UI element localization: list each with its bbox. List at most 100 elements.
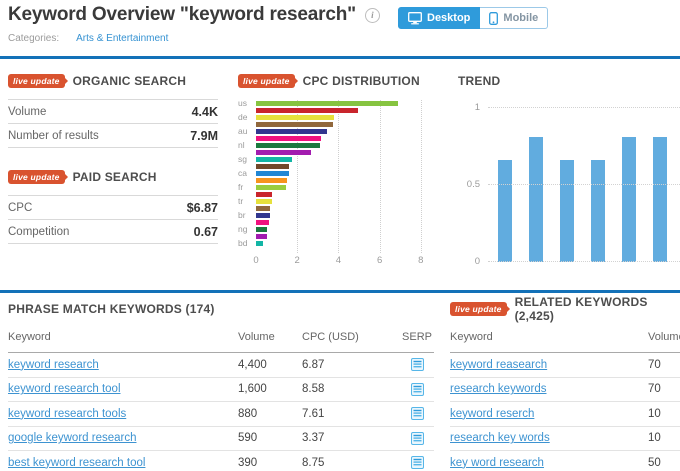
cpc-distribution-panel: live update CPC DISTRIBUTION usdeaunlsgc… — [238, 74, 446, 269]
gridline — [488, 261, 680, 262]
keyword-link[interactable]: research keywords — [450, 383, 648, 395]
cpc-bar-row — [238, 219, 446, 226]
organic-search-heading: ORGANIC SEARCH — [73, 74, 186, 88]
country-label: fr — [238, 184, 252, 191]
serp-icon[interactable] — [411, 407, 424, 420]
trend-panel: TREND 00.51 — [458, 74, 680, 262]
stat-label: Competition — [8, 226, 69, 238]
table-row: research key words10 — [450, 427, 680, 452]
cpc-bar — [256, 206, 270, 211]
volume-cell: 390 — [238, 457, 302, 469]
x-tick-label: 6 — [377, 255, 382, 266]
trend-bar — [529, 137, 543, 262]
country-label: sg — [238, 156, 252, 163]
page-title: Keyword Overview "keyword research" — [8, 4, 356, 26]
keyword-link[interactable]: google keyword research — [8, 432, 238, 444]
x-tick-label: 4 — [336, 255, 341, 266]
stat-label: Volume — [8, 106, 46, 118]
volume-cell: 70 — [648, 359, 680, 371]
keyword-link[interactable]: best keyword research tool — [8, 457, 238, 469]
cpc-bar-row — [238, 163, 446, 170]
related-header-row: Keyword Volume — [450, 331, 680, 353]
cpc-distribution-chart: usdeaunlsgcafrtrbrngbd — [238, 100, 446, 247]
cpc-bar-row: ng — [238, 226, 446, 233]
col-keyword: Keyword — [8, 331, 238, 343]
country-label: ca — [238, 170, 252, 177]
mobile-button[interactable]: Mobile — [480, 7, 548, 29]
mobile-button-label: Mobile — [503, 12, 538, 24]
cpc-bar — [256, 185, 286, 190]
volume-cell: 1,600 — [238, 383, 302, 395]
cpc-cell: 8.75 — [302, 457, 400, 469]
volume-cell: 70 — [648, 383, 680, 395]
section-divider-top — [0, 56, 680, 59]
col-volume: Volume — [238, 331, 302, 343]
cpc-bar-row — [238, 177, 446, 184]
cpc-bar-row — [238, 121, 446, 128]
serp-icon[interactable] — [411, 456, 424, 469]
paid-search-panel: live update PAID SEARCH CPC$6.87Competit… — [8, 170, 218, 244]
country-label: nl — [238, 142, 252, 149]
keyword-link[interactable]: research key words — [450, 432, 648, 444]
trend-bar — [498, 160, 512, 262]
table-row: keyword reasearch70 — [450, 353, 680, 378]
cpc-bar-row: fr — [238, 184, 446, 191]
stat-label: CPC — [8, 202, 32, 214]
cpc-bar — [256, 213, 270, 218]
table-row: google keyword research5903.37 — [8, 427, 434, 452]
cpc-bar — [256, 101, 398, 106]
cpc-bar-row: us — [238, 100, 446, 107]
serp-icon[interactable] — [411, 432, 424, 445]
table-row: research keywords70 — [450, 378, 680, 403]
volume-cell: 880 — [238, 408, 302, 420]
serp-cell — [400, 407, 434, 420]
serp-cell — [400, 456, 434, 469]
cpc-bar — [256, 143, 320, 148]
cpc-bar — [256, 199, 272, 204]
table-row: key word research50 — [450, 451, 680, 471]
stat-value: 0.67 — [194, 225, 218, 239]
keyword-link[interactable]: keyword reserch — [450, 408, 648, 420]
stat-label: Number of results — [8, 130, 99, 142]
table-row: keyword reserch10 — [450, 402, 680, 427]
trend-bar — [591, 160, 605, 262]
cpc-cell: 8.58 — [302, 383, 400, 395]
cpc-bar-row: au — [238, 128, 446, 135]
cpc-bar-row: sg — [238, 156, 446, 163]
cpc-bar-row — [238, 191, 446, 198]
live-update-badge: live update — [8, 74, 65, 88]
y-tick-label: 0 — [458, 256, 480, 267]
organic-search-panel: live update ORGANIC SEARCH Volume4.4KNum… — [8, 74, 218, 148]
organic-search-stats: Volume4.4K Number of results 7.9M — [8, 99, 218, 148]
trend-bar — [653, 137, 667, 262]
mobile-icon — [489, 12, 498, 25]
trend-bar — [622, 137, 636, 262]
y-tick-label: 0.5 — [458, 179, 480, 190]
cpc-bar — [256, 115, 334, 120]
stat-row: Volume4.4K — [8, 100, 218, 124]
serp-cell — [400, 358, 434, 371]
keyword-link[interactable]: keyword research tool — [8, 383, 238, 395]
serp-icon[interactable] — [411, 358, 424, 371]
serp-icon[interactable] — [411, 383, 424, 396]
cpc-bar — [256, 157, 292, 162]
cpc-bar-row — [238, 233, 446, 240]
cpc-bar — [256, 171, 289, 176]
category-link[interactable]: Arts & Entertainment — [76, 33, 168, 44]
cpc-bar — [256, 164, 289, 169]
keyword-link[interactable]: keyword research tools — [8, 408, 238, 420]
serp-cell — [400, 432, 434, 445]
keyword-link[interactable]: keyword research — [8, 359, 238, 371]
y-tick-label: 1 — [458, 102, 480, 113]
keyword-link[interactable]: key word research — [450, 457, 648, 469]
cpc-bar — [256, 122, 333, 127]
volume-cell: 10 — [648, 408, 680, 420]
info-icon[interactable]: i — [365, 8, 380, 23]
desktop-button[interactable]: Desktop — [398, 7, 480, 29]
categories-label: Categories: — [8, 33, 59, 44]
col-cpc: CPC (USD) — [302, 331, 400, 343]
cpc-bar — [256, 241, 263, 246]
stat-row: Number of results 7.9M — [8, 124, 218, 148]
stat-value: 7.9M — [190, 129, 218, 143]
keyword-link[interactable]: keyword reasearch — [450, 359, 648, 371]
